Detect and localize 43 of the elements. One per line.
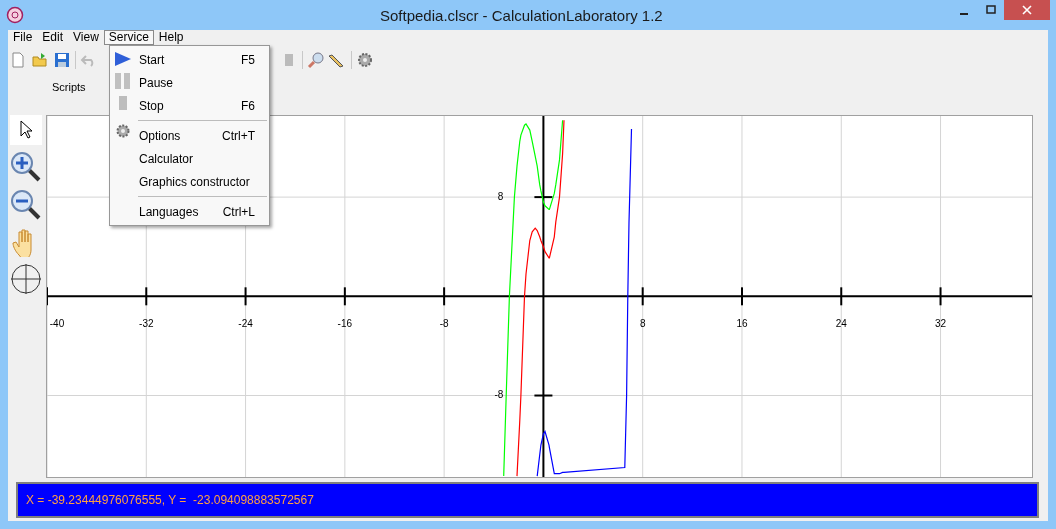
x-tick-label: -32 <box>139 318 154 330</box>
x-tick-label: 16 <box>736 318 748 330</box>
x-tick-label: -16 <box>337 318 353 330</box>
x-tick-label: -8 <box>439 318 449 330</box>
menu-option[interactable]: Calculator <box>110 147 269 170</box>
menu-option[interactable]: Pause <box>110 71 269 94</box>
x-tick-label: 24 <box>835 318 847 330</box>
crosshair-icon[interactable] <box>10 263 42 295</box>
minimize-icon <box>959 13 968 15</box>
x-tick-label: -24 <box>238 318 253 330</box>
menu-option[interactable]: Graphics constructor <box>110 170 269 193</box>
menu-item[interactable]: File <box>8 30 38 45</box>
tab[interactable]: Scripts <box>46 77 92 97</box>
close-button[interactable] <box>1004 0 1050 20</box>
close-icon <box>1022 5 1032 15</box>
open-folder-icon[interactable] <box>31 51 49 69</box>
pause-icon <box>114 73 132 89</box>
menu-item[interactable]: Edit <box>37 30 69 45</box>
zoom-out-icon[interactable] <box>10 189 42 221</box>
coordinates-text: X = -39.23444976076555, Y = -23.094098883572567 <box>26 492 314 509</box>
pointer-tool[interactable] <box>10 115 42 145</box>
window-title: Softpedia.clscr - CalculationLaboratory 1.2 <box>380 6 663 26</box>
zoom-in-icon[interactable] <box>10 151 42 183</box>
menu-item[interactable]: View <box>68 30 104 45</box>
y-tick-label: 8 <box>497 190 504 202</box>
save-icon[interactable] <box>53 51 71 69</box>
x-tick-label: 8 <box>639 318 646 330</box>
x-tick-label: 32 <box>934 318 947 330</box>
menu-option[interactable]: Start F5 <box>110 48 269 71</box>
menu-option[interactable]: Stop F6 <box>110 94 269 117</box>
menu-item[interactable]: Help <box>153 30 189 45</box>
x-tick-label: -40 <box>49 318 65 330</box>
app-icon <box>6 6 24 24</box>
y-tick-label: -8 <box>494 389 504 401</box>
magnifier-icon[interactable] <box>307 51 325 69</box>
gear-icon[interactable] <box>356 51 374 69</box>
menu-option[interactable]: Options Ctrl+T <box>110 124 269 147</box>
maximize-icon <box>985 5 996 15</box>
play-icon <box>114 51 132 67</box>
menu-item[interactable]: Service <box>103 30 154 45</box>
cursor-icon <box>19 120 33 140</box>
gear-icon <box>115 123 131 139</box>
menu-option[interactable]: Languages Ctrl+L <box>110 200 269 223</box>
